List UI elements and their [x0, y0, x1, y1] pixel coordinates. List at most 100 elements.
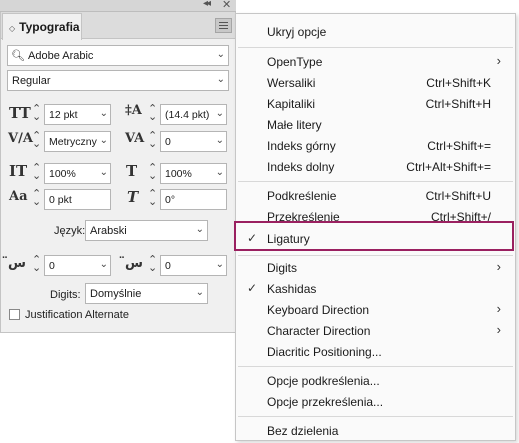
- menu-item-digits[interactable]: Digits ›: [236, 257, 515, 278]
- vertical-scale-icon: IT: [9, 162, 28, 180]
- menu-item-podkreslenie[interactable]: Podkreślenie Ctrl+Shift+U: [236, 185, 515, 206]
- character-panel: ◇ Typografia 🔍︎ Adobe Arabic ⌄ Regular ⌄ …: [0, 12, 236, 333]
- language-label: Język:: [54, 225, 86, 237]
- diacritic-y-stepper[interactable]: [146, 253, 159, 276]
- close-icon[interactable]: ✕: [222, 0, 231, 11]
- language-dropdown[interactable]: Arabski ⌄: [85, 220, 208, 241]
- menu-separator: [238, 255, 513, 256]
- chevron-right-icon: ›: [496, 259, 501, 274]
- font-size-value: 12 pkt: [49, 109, 78, 121]
- font-style-field[interactable]: Regular ⌄: [7, 70, 229, 91]
- menu-item-male-litery[interactable]: Małe litery: [236, 114, 515, 135]
- justification-alternate-checkbox[interactable]: [9, 309, 20, 320]
- chevron-down-icon[interactable]: ⌄: [100, 108, 108, 119]
- chevron-down-icon[interactable]: ⌄: [216, 167, 224, 178]
- menu-item-label: Bez dzielenia: [267, 424, 339, 438]
- font-family-value: Adobe Arabic: [28, 50, 94, 62]
- size-stepper[interactable]: [30, 102, 43, 125]
- horizontal-scale-field[interactable]: 100% ⌄: [160, 163, 227, 184]
- diacritic-x-icon: س̈: [8, 256, 26, 271]
- chevron-down-icon[interactable]: ⌄: [217, 49, 225, 60]
- menu-item-bez-dzielenia[interactable]: Bez dzielenia: [236, 420, 515, 441]
- tracking-icon: VA: [125, 131, 145, 146]
- menu-item-kashidas[interactable]: ✓ Kashidas: [236, 278, 515, 299]
- chevron-down-icon[interactable]: ⌄: [216, 135, 224, 146]
- menu-separator: [238, 366, 513, 367]
- diacritic-y-icon: س̈: [125, 256, 143, 271]
- diacritic-y-field[interactable]: 0 ⌄: [160, 255, 227, 276]
- font-family-field[interactable]: 🔍︎ Adobe Arabic ⌄: [7, 45, 229, 66]
- tab-arrows-icon: ◇: [9, 24, 16, 33]
- menu-item-opcje-podkreslenia[interactable]: Opcje podkreślenia...: [236, 370, 515, 391]
- kerning-field[interactable]: Metryczny ⌄: [44, 131, 111, 152]
- chevron-down-icon[interactable]: ⌄: [196, 287, 204, 298]
- panel-tab-strip: ◇ Typografia: [1, 12, 235, 40]
- leading-field[interactable]: (14.4 pkt) ⌄: [160, 104, 227, 125]
- font-size-icon: TT: [9, 104, 31, 122]
- menu-item-label: Podkreślenie: [267, 189, 337, 203]
- panel-title-bar: ◂◂ ✕: [0, 0, 236, 12]
- skew-value: 0°: [165, 194, 176, 206]
- menu-item-label: Digits: [267, 261, 298, 275]
- checkmark-icon: ✓: [247, 281, 258, 295]
- chevron-down-icon[interactable]: ⌄: [100, 259, 108, 270]
- baseline-shift-icon: Aa: [9, 189, 28, 204]
- diacritic-y-value: 0: [165, 260, 171, 272]
- menu-item-keyboard-direction[interactable]: Keyboard Direction ›: [236, 299, 515, 320]
- menu-item-kapitaliki[interactable]: Kapitaliki Ctrl+Shift+H: [236, 93, 515, 114]
- vertical-scale-field[interactable]: 100% ⌄: [44, 163, 111, 184]
- chevron-down-icon[interactable]: ⌄: [217, 74, 225, 85]
- diacritic-x-field[interactable]: 0 ⌄: [44, 255, 111, 276]
- tab-typografia[interactable]: ◇ Typografia: [2, 13, 82, 40]
- chevron-down-icon[interactable]: ⌄: [100, 167, 108, 178]
- skew-field[interactable]: 0°: [160, 189, 227, 210]
- menu-separator: [238, 47, 513, 48]
- menu-item-label: Opcje przekreślenia...: [267, 395, 384, 409]
- baseline-shift-value: 0 pkt: [49, 194, 72, 206]
- font-style-value: Regular: [12, 75, 51, 87]
- skew-stepper[interactable]: [146, 187, 159, 210]
- menu-item-label: Ukryj opcje: [267, 25, 327, 39]
- kerning-stepper[interactable]: [30, 129, 43, 152]
- chevron-down-icon[interactable]: ⌄: [196, 224, 204, 235]
- menu-item-ukryj-opcje[interactable]: Ukryj opcje: [236, 21, 515, 42]
- vertical-scale-value: 100%: [49, 168, 76, 180]
- kerning-value: Metryczny: [49, 136, 97, 148]
- menu-separator: [238, 416, 513, 417]
- chevron-down-icon[interactable]: ⌄: [216, 108, 224, 119]
- menu-item-label: Opcje podkreślenia...: [267, 374, 380, 388]
- menu-item-character-direction[interactable]: Character Direction ›: [236, 320, 515, 341]
- menu-item-opentype[interactable]: OpenType ›: [236, 51, 515, 72]
- vertical-scale-stepper[interactable]: [30, 161, 43, 184]
- horizontal-scale-stepper[interactable]: [146, 161, 159, 184]
- panel-menu-button[interactable]: [215, 18, 232, 33]
- menu-item-indeks-dolny[interactable]: Indeks dolny Ctrl+Alt+Shift+=: [236, 156, 515, 177]
- menu-item-indeks-gorny[interactable]: Indeks górny Ctrl+Shift+=: [236, 135, 515, 156]
- baseline-shift-stepper[interactable]: [30, 187, 43, 210]
- chevron-down-icon[interactable]: ⌄: [216, 259, 224, 270]
- menu-item-label: Kapitaliki: [267, 97, 316, 111]
- collapse-icon[interactable]: ◂◂: [203, 0, 211, 9]
- justification-alternate-label: Justification Alternate: [25, 309, 129, 321]
- menu-item-label: Diacritic Positioning...: [267, 345, 382, 359]
- digits-dropdown[interactable]: Domyślnie ⌄: [85, 283, 208, 304]
- font-size-field[interactable]: 12 pkt ⌄: [44, 104, 111, 125]
- menu-item-diacritic-positioning[interactable]: Diacritic Positioning...: [236, 341, 515, 362]
- menu-item-shortcut: Ctrl+Shift+H: [425, 97, 491, 111]
- chevron-right-icon: ›: [496, 301, 501, 316]
- menu-item-wersaliki[interactable]: Wersaliki Ctrl+Shift+K: [236, 72, 515, 93]
- diacritic-x-stepper[interactable]: [30, 253, 43, 276]
- chevron-down-icon[interactable]: ⌄: [100, 135, 108, 146]
- tracking-stepper[interactable]: [146, 129, 159, 152]
- menu-item-label: OpenType: [267, 55, 323, 69]
- leading-value: (14.4 pkt): [165, 109, 210, 121]
- menu-item-opcje-przekreslenia[interactable]: Opcje przekreślenia...: [236, 391, 515, 412]
- menu-separator: [238, 181, 513, 182]
- leading-icon: ‡A: [125, 103, 142, 118]
- leading-stepper[interactable]: [146, 102, 159, 125]
- tracking-value: 0: [165, 136, 171, 148]
- horizontal-scale-icon: T: [126, 162, 138, 180]
- chevron-right-icon: ›: [496, 322, 501, 337]
- tracking-field[interactable]: 0 ⌄: [160, 131, 227, 152]
- baseline-shift-field[interactable]: 0 pkt: [44, 189, 111, 210]
